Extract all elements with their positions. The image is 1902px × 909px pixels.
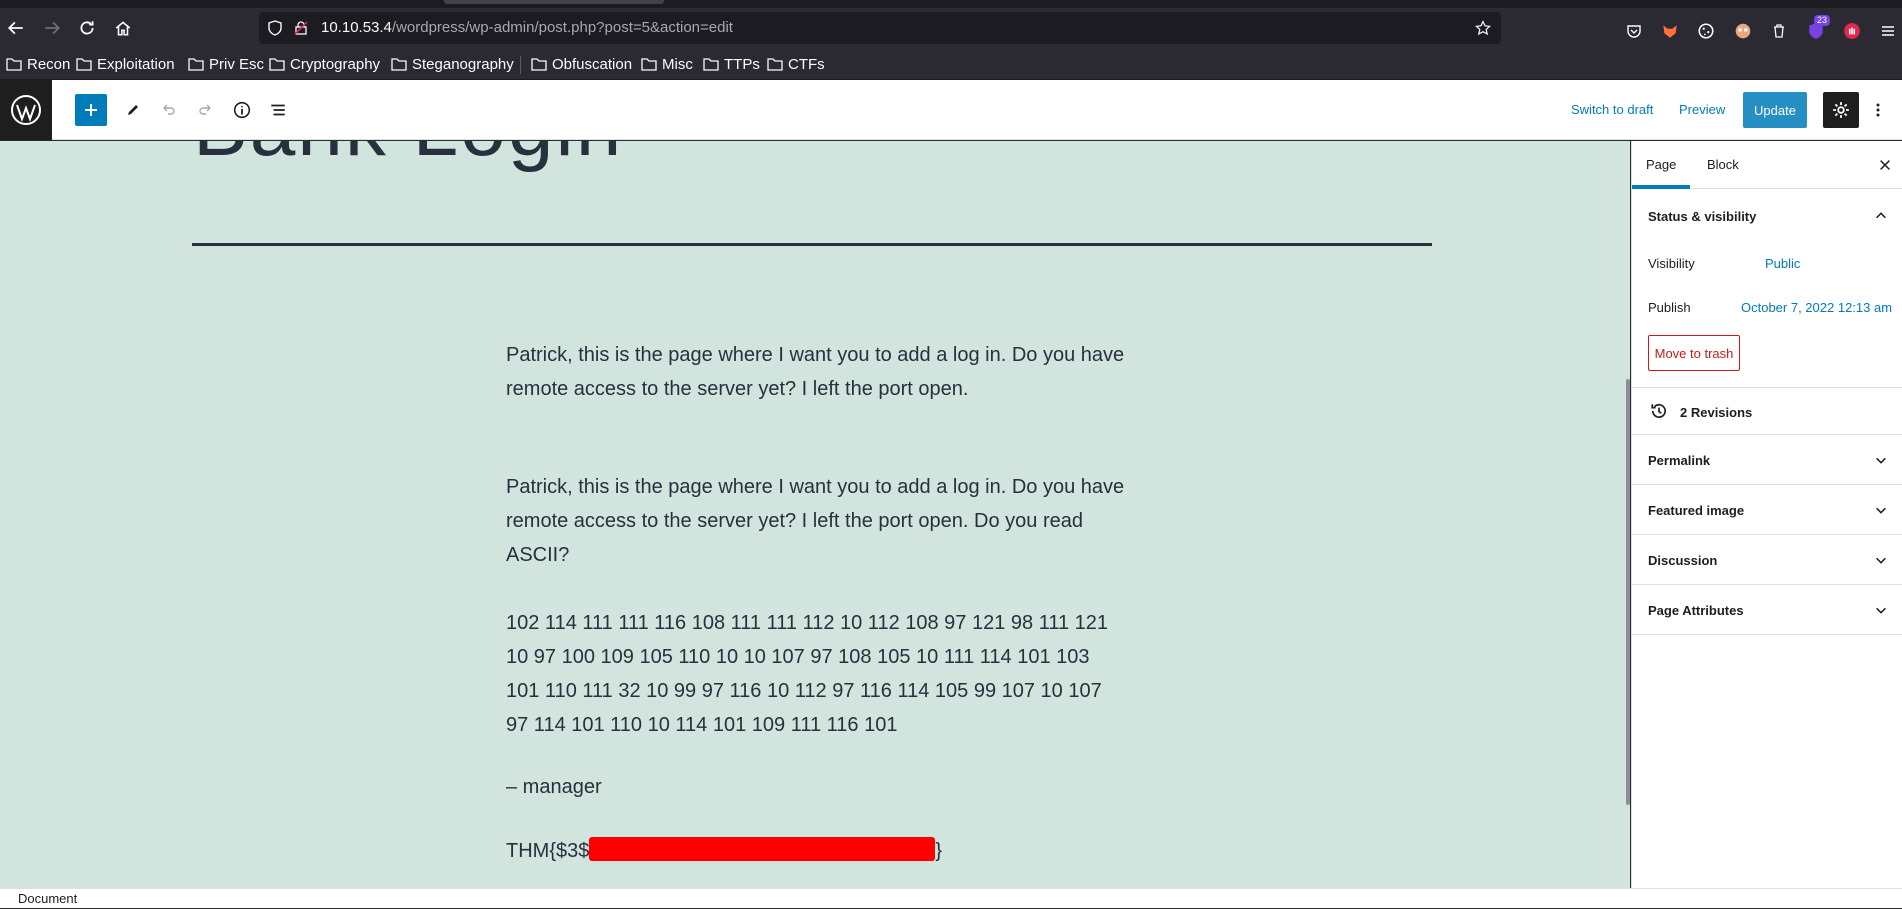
- reload-icon[interactable]: [73, 14, 101, 42]
- pocket-icon[interactable]: [1624, 21, 1644, 41]
- bookmark-star-icon[interactable]: [1474, 19, 1492, 37]
- back-icon[interactable]: [2, 14, 30, 42]
- bookmark-ttps[interactable]: TTPs: [703, 48, 760, 80]
- paragraph-block-1[interactable]: Patrick, this is the page where I want y…: [506, 338, 1126, 406]
- close-icon[interactable]: [1875, 155, 1895, 175]
- breadcrumb-document[interactable]: Document: [18, 889, 77, 909]
- chevron-down-icon: [1872, 501, 1890, 519]
- undo-icon[interactable]: [153, 94, 185, 126]
- home-icon[interactable]: [109, 14, 137, 42]
- signature-paragraph[interactable]: – manager: [506, 770, 1126, 804]
- sidebar-tabs: Page Block: [1632, 141, 1902, 189]
- featured-image-title: Featured image: [1648, 503, 1745, 518]
- permalink-title: Permalink: [1648, 453, 1711, 468]
- update-button[interactable]: Update: [1743, 92, 1807, 128]
- add-block-button[interactable]: [75, 94, 107, 126]
- permalink-panel[interactable]: Permalink: [1632, 435, 1902, 485]
- info-icon[interactable]: [226, 94, 258, 126]
- separator-block[interactable]: [192, 243, 1432, 246]
- featured-image-panel[interactable]: Featured image: [1632, 485, 1902, 535]
- active-tab-edge[interactable]: [444, 0, 664, 4]
- bookmark-exploitation[interactable]: Exploitation: [76, 48, 175, 80]
- move-to-trash-button[interactable]: Move to trash: [1648, 335, 1740, 371]
- redaction-bar: [589, 837, 936, 861]
- discussion-title: Discussion: [1648, 553, 1718, 568]
- browser-navbar: 10.10.53.4/wordpress/wp-admin/post.php?p…: [0, 8, 1902, 48]
- bookmark-separator: [520, 56, 521, 74]
- publish-date-toggle[interactable]: October 7, 2022 12:13 am: [1741, 300, 1892, 315]
- paragraph-block-2[interactable]: Patrick, this is the page where I want y…: [506, 470, 1126, 572]
- insecure-lock-icon[interactable]: [292, 19, 310, 37]
- preview-button[interactable]: Preview: [1679, 80, 1725, 140]
- page-attributes-panel[interactable]: Page Attributes: [1632, 585, 1902, 635]
- chevron-down-icon: [1872, 551, 1890, 569]
- flag-suffix: }: [935, 840, 943, 862]
- revisions-history-icon: [1650, 402, 1668, 425]
- publish-label: Publish: [1648, 300, 1691, 315]
- url-bar[interactable]: 10.10.53.4/wordpress/wp-admin/post.php?p…: [259, 12, 1501, 44]
- plus-icon: [85, 104, 97, 116]
- trash-extension-icon[interactable]: [1769, 21, 1789, 41]
- bookmark-steganography[interactable]: Steganography: [391, 48, 514, 80]
- status-visibility-panel: Status & visibility Visibility Public Pu…: [1632, 189, 1902, 388]
- canvas-scrollbar[interactable]: [1626, 379, 1630, 805]
- more-options-icon[interactable]: [1866, 92, 1890, 128]
- redo-icon[interactable]: [189, 94, 221, 126]
- page-title[interactable]: Bank Login: [193, 141, 623, 175]
- shield-extension-icon[interactable]: 23: [1806, 15, 1831, 41]
- folder-icon: [269, 58, 285, 71]
- folder-icon: [767, 58, 783, 71]
- folder-icon: [6, 58, 22, 71]
- folder-icon: [531, 58, 547, 71]
- menu-icon[interactable]: [1878, 21, 1898, 41]
- wordpress-logo-icon[interactable]: [0, 80, 52, 140]
- chevron-down-icon: [1872, 601, 1890, 619]
- face-extension-icon[interactable]: [1733, 21, 1753, 41]
- bookmark-recon[interactable]: Recon: [6, 48, 70, 80]
- discussion-panel[interactable]: Discussion: [1632, 535, 1902, 585]
- tab-page[interactable]: Page: [1632, 141, 1691, 189]
- folder-icon: [188, 58, 204, 71]
- extension-badge: 23: [1814, 15, 1831, 26]
- visibility-label: Visibility: [1648, 256, 1695, 271]
- bookmark-cryptography[interactable]: Cryptography: [269, 48, 380, 80]
- shield-icon[interactable]: [266, 19, 284, 37]
- ublock-hand-icon[interactable]: [1842, 21, 1862, 41]
- settings-sidebar: Page Block Status & visibility Visibilit…: [1631, 141, 1902, 888]
- browser-tabstrip: [0, 0, 1902, 8]
- settings-gear-icon[interactable]: [1823, 92, 1859, 128]
- flag-prefix: THM{$3$: [506, 840, 590, 862]
- chevron-down-icon: [1872, 451, 1890, 469]
- editor-canvas[interactable]: Bank Login Patrick, this is the page whe…: [0, 141, 1630, 888]
- folder-icon: [391, 58, 407, 71]
- tab-block[interactable]: Block: [1693, 141, 1753, 189]
- status-visibility-title[interactable]: Status & visibility: [1648, 209, 1756, 224]
- folder-icon: [76, 58, 92, 71]
- cookie-icon[interactable]: [1696, 21, 1716, 41]
- url-text[interactable]: 10.10.53.4/wordpress/wp-admin/post.php?p…: [321, 12, 733, 44]
- edit-tool-icon[interactable]: [117, 94, 149, 126]
- folder-icon: [641, 58, 657, 71]
- foxyproxy-icon[interactable]: [1660, 21, 1680, 41]
- editor-footer: Document: [0, 888, 1902, 908]
- bookmarks-toolbar: Recon Exploitation Priv Esc Cryptography…: [0, 48, 1902, 80]
- forward-icon[interactable]: [38, 14, 66, 42]
- chevron-up-icon[interactable]: [1872, 207, 1890, 225]
- bookmark-ctfs[interactable]: CTFs: [767, 48, 825, 80]
- revisions-label: 2 Revisions: [1680, 405, 1753, 420]
- folder-icon: [703, 58, 719, 71]
- bookmark-obfuscation[interactable]: Obfuscation: [531, 48, 632, 80]
- editor-header: Switch to draft Preview Update: [0, 80, 1902, 140]
- list-view-icon[interactable]: [262, 94, 294, 126]
- page-attributes-title: Page Attributes: [1648, 603, 1744, 618]
- bookmark-priv-esc[interactable]: Priv Esc: [188, 48, 264, 80]
- visibility-toggle[interactable]: Public: [1765, 256, 1800, 271]
- revisions-panel[interactable]: 2 Revisions: [1632, 388, 1902, 435]
- ascii-codes-paragraph[interactable]: 102 114 111 111 116 108 111 111 112 10 1…: [506, 606, 1112, 742]
- switch-to-draft-button[interactable]: Switch to draft: [1571, 80, 1653, 140]
- flag-paragraph[interactable]: THM{$3$}: [506, 834, 1126, 868]
- bookmark-misc[interactable]: Misc: [641, 48, 693, 80]
